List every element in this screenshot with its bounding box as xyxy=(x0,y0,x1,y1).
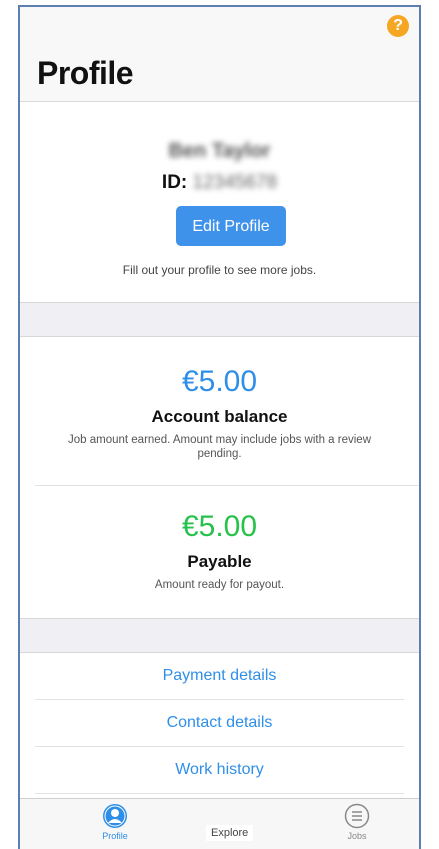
user-name: Ben Taylor xyxy=(20,140,419,163)
section-divider xyxy=(20,302,419,337)
payable-description: Amount ready for payout. xyxy=(154,579,285,591)
profile-hint: Fill out your profile to see more jobs. xyxy=(122,263,317,277)
section-divider-2 xyxy=(20,618,419,653)
account-balance-description: Job amount earned. Amount may include jo… xyxy=(68,434,371,460)
user-id-row: ID: 12345678 xyxy=(20,172,419,194)
account-balance-amount: €5.00 xyxy=(181,365,258,398)
navigation-header: ? Profile xyxy=(20,7,419,102)
tab-jobs-label: Jobs xyxy=(347,831,367,841)
account-balance-label: Account balance xyxy=(151,407,288,426)
user-id-value: 12345678 xyxy=(192,172,278,193)
account-balance-block: €5.00 Account balance Job amount earned.… xyxy=(20,337,419,485)
contact-details-link[interactable]: Contact details xyxy=(35,700,404,747)
edit-profile-button[interactable]: Edit Profile xyxy=(176,206,286,246)
payable-block: €5.00 Payable Amount ready for payout. xyxy=(20,486,419,618)
list-tab-icon xyxy=(344,803,370,829)
profile-summary: Ben Taylor ID: 12345678 Edit Profile Fil… xyxy=(20,102,419,302)
payable-amount: €5.00 xyxy=(181,510,258,543)
user-name-value: Ben Taylor xyxy=(168,140,271,162)
help-icon[interactable]: ? xyxy=(387,15,409,37)
tab-explore[interactable]: Explore xyxy=(206,825,254,841)
work-history-link[interactable]: Work history xyxy=(35,747,404,794)
tab-bar: Profile Explore Jobs xyxy=(20,798,419,849)
tab-profile[interactable]: Profile xyxy=(75,803,155,841)
tab-jobs[interactable]: Jobs xyxy=(317,803,397,841)
payment-details-link[interactable]: Payment details xyxy=(35,653,404,700)
user-id-label: ID: xyxy=(161,172,188,193)
profile-tab-icon xyxy=(103,804,127,828)
profile-links-list: Payment details Contact details Work his… xyxy=(20,653,419,794)
tab-profile-label: Profile xyxy=(102,831,128,841)
page-title: Profile xyxy=(37,55,134,91)
phone-screen: ? Profile Ben Taylor ID: 12345678 Edit P… xyxy=(18,5,421,849)
payable-label: Payable xyxy=(187,552,252,571)
